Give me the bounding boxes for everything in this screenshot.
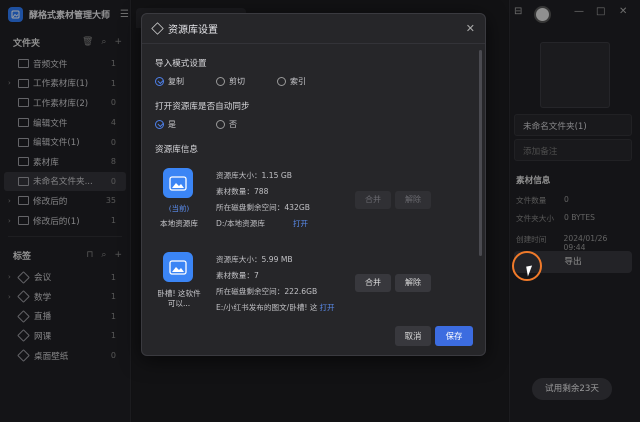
radio-label: 复制 (168, 77, 184, 86)
radio-icon (277, 77, 286, 86)
radio-label: 是 (168, 120, 176, 129)
close-icon[interactable]: ✕ (466, 22, 475, 35)
import-mode-group: 复制 剪切 索引 (155, 76, 472, 87)
library-path-text: D:/本地资源库 (216, 219, 265, 228)
import-mode-index[interactable]: 索引 (277, 76, 338, 87)
current-label: (当前) (168, 204, 190, 213)
library-name: 卧槽! 这软件可以... (157, 289, 201, 308)
sync-label: 打开资源库是否自动同步 (155, 102, 250, 112)
import-mode-cut[interactable]: 剪切 (216, 76, 277, 87)
library-card: 卧槽! 这软件可以... 资源库大小：5.99 MB 素材数量：7 所在磁盘剩余… (155, 252, 475, 326)
cancel-button[interactable]: 取消 (395, 326, 431, 346)
radio-label: 索引 (290, 77, 306, 86)
library-count: 素材数量：7 (216, 271, 259, 280)
library-size: 资源库大小：1.15 GB (216, 171, 292, 180)
library-settings-dialog: 资源库设置 ✕ 导入模式设置 复制 剪切 索引 打开资源库是否自动同步 是 否 … (141, 13, 486, 356)
merge-button[interactable]: 合并 (355, 191, 391, 209)
import-mode-copy[interactable]: 复制 (155, 76, 216, 87)
radio-check-icon (155, 77, 164, 86)
sync-group: 是 否 (155, 119, 472, 130)
detach-button[interactable]: 解除 (395, 274, 431, 292)
import-mode-label: 导入模式设置 (155, 59, 207, 69)
library-info-label: 资源库信息 (155, 145, 198, 155)
dialog-scrollbar[interactable] (479, 50, 482, 256)
sync-no[interactable]: 否 (216, 119, 277, 130)
save-button[interactable]: 保存 (435, 326, 473, 346)
detach-button[interactable]: 解除 (395, 191, 431, 209)
library-card: (当前) 本地资源库 资源库大小：1.15 GB 素材数量：788 所在磁盘剩余… (155, 168, 475, 242)
sync-yes[interactable]: 是 (155, 119, 216, 130)
radio-check-icon (155, 120, 164, 129)
dialog-footer: 取消 保存 (142, 325, 485, 355)
radio-icon (216, 120, 225, 129)
cube-icon (151, 22, 164, 35)
open-link[interactable]: 打开 (319, 303, 334, 312)
dialog-title: 资源库设置 (168, 25, 218, 36)
radio-label: 剪切 (229, 77, 245, 86)
merge-button[interactable]: 合并 (355, 274, 391, 292)
library-count: 素材数量：788 (216, 187, 269, 196)
library-image-icon (163, 252, 193, 282)
library-path: E:/小红书发布的图文/卧槽! 这打开 (216, 300, 335, 316)
library-free-space: 所在磁盘剩余空间：222.6GB (216, 287, 318, 296)
radio-label: 否 (229, 120, 237, 129)
dialog-header: 资源库设置 ✕ (142, 14, 485, 44)
open-link[interactable]: 打开 (293, 219, 308, 228)
library-free-space: 所在磁盘剩余空间：432GB (216, 203, 310, 212)
library-size: 资源库大小：5.99 MB (216, 255, 293, 264)
radio-icon (216, 77, 225, 86)
library-image-icon (163, 168, 193, 198)
library-path: D:/本地资源库 打开 (216, 216, 308, 232)
library-name: 本地资源库 (160, 219, 198, 228)
library-path-text: E:/小红书发布的图文/卧槽! 这 (216, 303, 318, 312)
